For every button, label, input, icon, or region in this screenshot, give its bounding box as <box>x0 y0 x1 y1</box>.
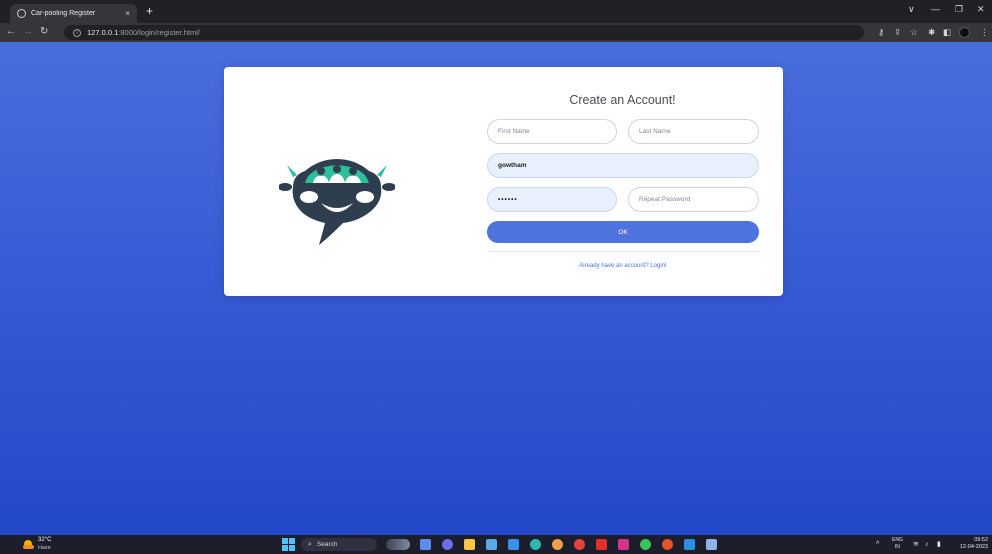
tab-car-pooling-register[interactable]: Car-pooling Register × <box>10 4 137 23</box>
forward-arrow-icon[interactable]: → <box>23 26 33 38</box>
back-arrow-icon[interactable]: ← <box>6 26 16 38</box>
wifi-icon[interactable]: ≋ <box>913 539 919 550</box>
app-blue-icon[interactable] <box>706 539 717 550</box>
address-bar-row: ← → ↻ i 127.0.0.1 :8000/login/register.h… <box>0 23 992 42</box>
taskbar: 32°C Haze ⌕ Search ^ ENG IN ≋ ♪ ▮ 09:52 … <box>0 535 992 554</box>
reload-icon[interactable]: ↻ <box>40 26 48 38</box>
url-input[interactable]: i 127.0.0.1 :8000/login/register.html/ <box>64 25 864 40</box>
lang-top: ENG <box>892 537 903 543</box>
youtube-icon[interactable] <box>596 539 607 550</box>
first-name-input[interactable] <box>487 119 617 144</box>
time: 09:52 <box>974 537 988 543</box>
restore-button[interactable]: ❐ <box>955 4 963 15</box>
tab-search-icon[interactable]: ∨ <box>908 4 915 15</box>
chevron-up-icon[interactable]: ^ <box>876 539 879 550</box>
form-title: Create an Account! <box>569 93 676 107</box>
instagram-icon[interactable] <box>618 539 629 550</box>
password-input[interactable] <box>487 187 617 212</box>
tab-close-icon[interactable]: × <box>125 9 130 18</box>
vscode-icon[interactable] <box>684 539 695 550</box>
chrome-icon[interactable] <box>574 539 585 550</box>
url-path: :8000/login/register.html/ <box>118 28 200 37</box>
page-viewport: Create an Account! OK Already have an ac… <box>0 42 992 535</box>
weather-desc: Haze <box>38 545 51 551</box>
windows-start-icon[interactable] <box>282 538 295 551</box>
store-icon[interactable] <box>486 539 497 550</box>
widget-icon[interactable] <box>386 539 410 550</box>
lang-bottom: IN <box>894 544 900 550</box>
edge-icon[interactable] <box>530 539 541 550</box>
language-indicator[interactable]: ENG IN <box>892 537 903 551</box>
site-info-icon[interactable]: i <box>73 28 81 37</box>
login-link[interactable]: Already have an account? Login! <box>487 263 759 269</box>
username-input[interactable] <box>487 153 759 178</box>
date: 12-04-2023 <box>959 544 988 550</box>
taskbar-search[interactable]: ⌕ Search <box>301 538 377 551</box>
globe-icon <box>17 9 26 18</box>
new-tab-button[interactable]: + <box>146 4 153 18</box>
clock[interactable]: 09:52 12-04-2023 <box>954 537 988 551</box>
weather-temp: 32°C <box>38 537 52 543</box>
browser-tab-bar: Car-pooling Register × + ∨ — ❐ ✕ <box>0 0 992 23</box>
taskbar-search-label: Search <box>316 541 338 548</box>
app-l-icon[interactable] <box>508 539 519 550</box>
divider <box>487 251 759 252</box>
ok-button[interactable]: OK <box>487 221 759 243</box>
extensions-icon[interactable]: ✱ <box>928 27 935 38</box>
task-view-icon[interactable] <box>420 539 431 550</box>
repeat-password-input[interactable] <box>628 187 759 212</box>
register-card: Create an Account! OK Already have an ac… <box>224 67 783 296</box>
app-orange-icon[interactable] <box>552 539 563 550</box>
url-host: 127.0.0.1 <box>87 28 119 37</box>
minimize-button[interactable]: — <box>931 4 940 14</box>
volume-icon[interactable]: ♪ <box>925 539 929 550</box>
whatsapp-icon[interactable] <box>640 539 651 550</box>
weather-haze-icon[interactable] <box>22 539 35 550</box>
menu-kebab-icon[interactable]: ⋮ <box>980 27 989 38</box>
key-icon[interactable]: ⚷ <box>878 27 884 38</box>
last-name-input[interactable] <box>628 119 759 144</box>
app-red-icon[interactable] <box>662 539 673 550</box>
profile-avatar[interactable] <box>959 27 970 38</box>
side-panel-icon[interactable]: ◧ <box>943 27 951 38</box>
close-window-button[interactable]: ✕ <box>977 4 985 15</box>
share-icon[interactable]: ⇪ <box>894 27 901 38</box>
battery-icon[interactable]: ▮ <box>937 539 941 550</box>
search-icon: ⌕ <box>308 540 312 548</box>
file-explorer-icon[interactable] <box>464 539 475 550</box>
chat-icon[interactable] <box>442 539 453 550</box>
carpool-logo <box>279 159 395 245</box>
tab-title: Car-pooling Register <box>31 10 96 17</box>
bookmark-star-icon[interactable]: ☆ <box>910 27 918 38</box>
